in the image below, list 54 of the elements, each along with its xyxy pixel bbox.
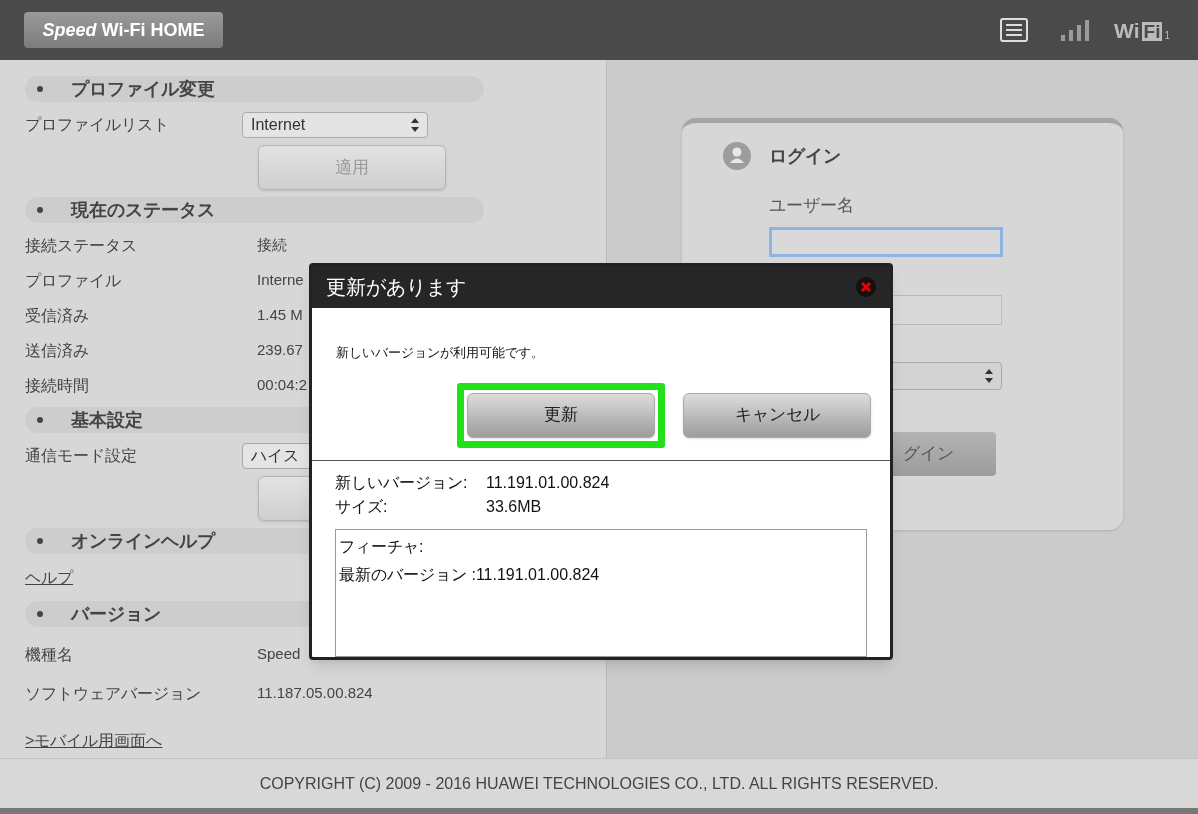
info-label: サイズ: [335,497,389,517]
row-value: Speed [257,644,301,665]
section-title: オンラインヘルプ [71,529,215,553]
row-value: 11.187.05.00.824 [257,683,373,704]
row-value: 接続 [257,235,287,256]
help-link[interactable]: ヘルプ [25,566,73,590]
bullet [37,611,43,617]
row-value: Interne [257,270,304,291]
username-label: ユーザー名 [769,195,855,217]
section-title: バージョン [71,602,161,626]
bullet [37,207,43,213]
row-label: プロファイル [25,270,122,291]
bullet [37,538,43,544]
dialog-title: 更新があります [326,275,466,300]
username-field[interactable] [769,226,1003,257]
details-line: フィーチャ: [339,537,425,557]
dropdown-value: ハイス [251,446,299,466]
row-label: 受信済み [25,305,90,326]
dropdown[interactable]: Internet [242,112,428,138]
wifi-index: 1 [1164,30,1170,41]
cancel-button[interactable]: キャンセル [683,392,871,438]
section-title: 基本設定 [71,408,143,432]
row-value: 239.67 [257,340,303,361]
bullet [37,86,43,92]
menu-icon[interactable] [1000,18,1029,42]
info-value: 11.191.01.00.824 [486,473,610,493]
update-button[interactable]: 更新 [467,392,655,438]
section-title: プロファイル変更 [71,77,215,101]
dialog-message: 新しいバージョンが利用可能です。 [336,345,544,360]
select-arrows-icon [985,368,993,383]
login-title: ログイン [769,144,841,168]
mobile-view-link[interactable]: >モバイル用画面へ [25,732,163,749]
wifi-label-box: Fi [1141,21,1163,41]
details-line: 最新のバージョン :11.191.01.00.824 [339,565,601,585]
copyright-text: COPYRIGHT (C) 2009 - 2016 HUAWEI TECHNOLOGIES CO., LTD. ALL RIGHTS RESERVED. [259,773,939,794]
row-value: 00:04:2 [257,375,308,396]
wifi-label: Wi [1114,19,1140,41]
info-value: 33.6MB [486,497,542,517]
section-title: 現在のステータス [71,198,215,222]
row-label: 接続ステータス [25,235,138,256]
select-arrows-icon [411,118,419,132]
user-icon [722,141,752,171]
row-label: プロファイルリスト [25,115,170,135]
dropdown-value: Internet [251,115,306,135]
row-label: 機種名 [25,644,74,665]
bullet [37,417,43,423]
row-label: 送信済み [25,340,90,361]
row-value: 1.45 M [257,305,303,326]
row-label: 接続時間 [25,375,90,396]
row-label: ソフトウェアバージョン [25,683,202,704]
info-label: 新しいバージョン: [335,473,469,493]
row-label: 通信モード設定 [25,446,138,466]
close-icon[interactable] [856,277,876,297]
signal-icon [1060,19,1091,41]
